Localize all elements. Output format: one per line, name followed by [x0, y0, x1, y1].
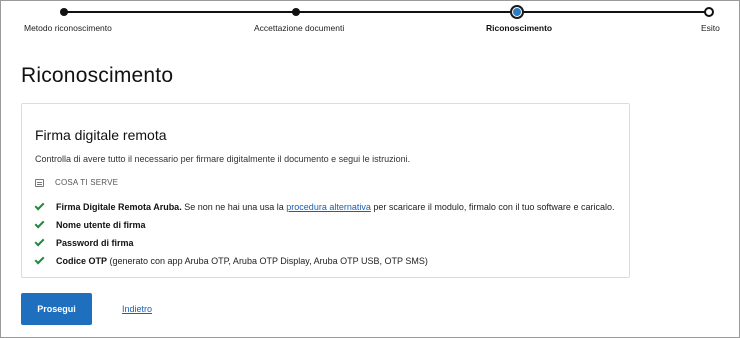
list-icon	[35, 178, 44, 187]
list-item: Firma Digitale Remota Aruba. Se non ne h…	[34, 198, 614, 216]
list-item: Nome utente di firma	[34, 216, 614, 234]
requirement-bold: Password di firma	[56, 238, 134, 248]
requirement-detail: Se non ne hai una usa la	[181, 202, 287, 212]
requirement-detail: (generato con app Aruba OTP, Aruba OTP D…	[107, 256, 428, 266]
stepper-line	[516, 11, 708, 13]
requirements-list: Firma Digitale Remota Aruba. Se non ne h…	[34, 198, 614, 270]
alternative-procedure-link[interactable]: procedura alternativa	[286, 202, 371, 212]
step-current-dot	[510, 5, 524, 19]
check-icon	[34, 254, 45, 265]
remote-signature-card: Firma digitale remota Controlla di avere…	[21, 103, 630, 278]
requirement-text: Codice OTP (generato con app Aruba OTP, …	[56, 256, 428, 266]
requirement-bold: Firma Digitale Remota Aruba.	[56, 202, 182, 212]
back-link[interactable]: Indietro	[122, 304, 152, 314]
step-label-riconoscimento: Riconoscimento	[486, 23, 553, 33]
requirement-detail: per scaricare il modulo, firmalo con il …	[370, 202, 615, 212]
card-intro: Controlla di avere tutto il necessario p…	[35, 154, 411, 164]
step-label-esito: Esito	[701, 23, 720, 33]
stepper-line	[296, 11, 516, 13]
step-label-accettazione: Accettazione documenti	[254, 23, 345, 33]
continue-button[interactable]: Prosegui	[21, 293, 92, 325]
requirement-bold: Nome utente di firma	[56, 220, 146, 230]
progress-stepper: Metodo riconoscimento Accettazione docum…	[0, 0, 740, 40]
stepper-line	[64, 11, 296, 13]
check-icon	[34, 200, 45, 211]
step-done-dot	[292, 8, 300, 16]
requirement-text: Firma Digitale Remota Aruba. Se non ne h…	[56, 202, 614, 212]
page-title: Riconoscimento	[21, 64, 174, 87]
requirement-bold: Codice OTP	[56, 256, 108, 266]
list-item: Password di firma	[34, 234, 614, 252]
needs-header: COSA TI SERVE	[35, 178, 118, 187]
needs-label: COSA TI SERVE	[55, 178, 119, 187]
step-todo-dot	[704, 7, 714, 17]
card-title: Firma digitale remota	[35, 127, 167, 143]
check-icon	[34, 236, 45, 247]
check-icon	[34, 218, 45, 229]
step-done-dot	[60, 8, 68, 16]
list-item: Codice OTP (generato con app Aruba OTP, …	[34, 252, 614, 270]
step-label-metodo: Metodo riconoscimento	[24, 23, 112, 33]
